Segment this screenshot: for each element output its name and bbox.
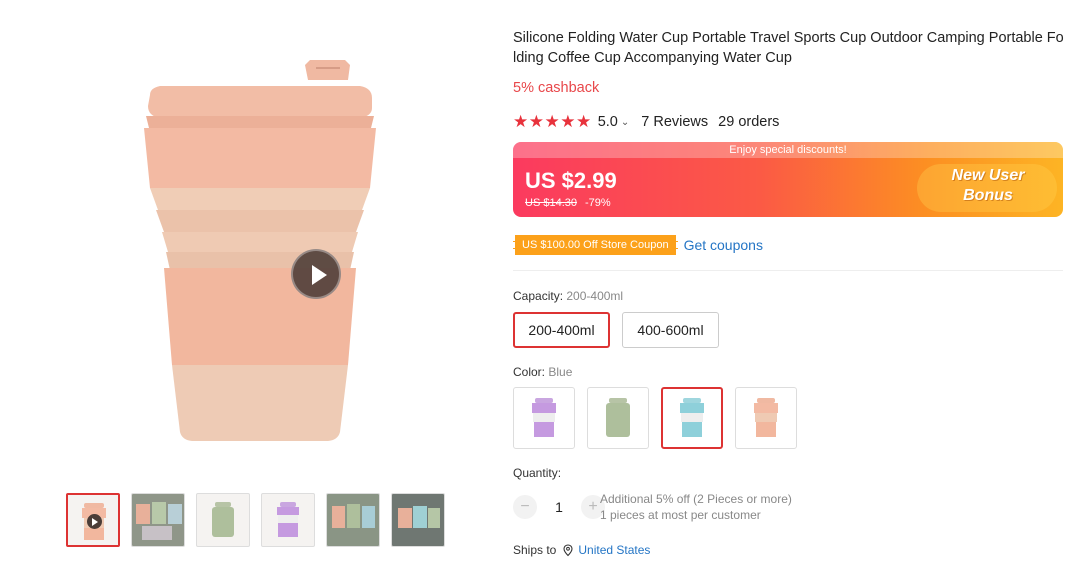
rating-stars-icon: ★★★★★ bbox=[513, 112, 592, 131]
quantity-label: Quantity: bbox=[513, 466, 562, 480]
quantity-decrease-button[interactable]: − bbox=[513, 495, 537, 519]
thumbnail-green-cup bbox=[212, 502, 234, 537]
thumbnail-2[interactable] bbox=[131, 493, 185, 547]
ships-to-location-link[interactable]: United States bbox=[578, 543, 650, 557]
thumbnail-4[interactable] bbox=[261, 493, 315, 547]
color-swatch-blue[interactable] bbox=[661, 387, 723, 449]
quantity-stepper: − 1 + bbox=[513, 495, 605, 519]
color-label-text: Color: bbox=[513, 365, 546, 379]
color-selected-value: Blue bbox=[548, 365, 573, 379]
cashback-label: 5% cashback bbox=[513, 80, 600, 96]
color-swatch-purple[interactable] bbox=[513, 387, 575, 449]
main-product-image[interactable] bbox=[60, 20, 460, 475]
ships-to-label: Ships to bbox=[513, 543, 557, 557]
store-coupon-badge: US $100.00 Off Store Coupon bbox=[513, 235, 678, 255]
original-price-row: US $14.30 -79% bbox=[525, 197, 611, 209]
reviews-link[interactable]: 7 Reviews bbox=[641, 114, 708, 130]
rating-score[interactable]: 5.0 bbox=[598, 114, 618, 130]
bonus-line-1: New User bbox=[951, 167, 1025, 184]
color-swatch-green[interactable] bbox=[587, 387, 649, 449]
capacity-selected-value: 200-400ml bbox=[566, 289, 624, 303]
cup-illustration bbox=[144, 60, 376, 441]
chevron-down-icon[interactable]: ⌄ bbox=[621, 117, 629, 128]
bonus-line-2: Bonus bbox=[963, 187, 1013, 204]
thumbnail-cups-image bbox=[392, 494, 444, 546]
thumbnail-3[interactable] bbox=[196, 493, 250, 547]
capacity-option-400-600[interactable]: 400-600ml bbox=[622, 312, 719, 348]
thumbnail-cups-image bbox=[132, 494, 184, 546]
orders-count: 29 orders bbox=[718, 114, 780, 130]
thumbnail-5[interactable] bbox=[326, 493, 380, 547]
get-coupons-link[interactable]: Get coupons bbox=[684, 237, 763, 253]
quantity-input[interactable]: 1 bbox=[537, 499, 581, 515]
thumbnail-video[interactable] bbox=[66, 493, 120, 547]
quantity-info: Additional 5% off (2 Pieces or more) 1 p… bbox=[600, 491, 792, 523]
price-banner: Enjoy special discounts! US $2.99 US $14… bbox=[513, 142, 1063, 217]
play-video-button[interactable] bbox=[291, 249, 341, 299]
green-cup-image bbox=[606, 398, 630, 437]
original-price: US $14.30 bbox=[525, 197, 577, 209]
product-page: Silicone Folding Water Cup Portable Trav… bbox=[0, 0, 1086, 567]
rating-row: ★★★★★ 5.0 ⌄ 7 Reviews 29 orders bbox=[513, 112, 780, 131]
capacity-label: Capacity: 200-400ml bbox=[513, 289, 623, 303]
quantity-discount-text: Additional 5% off (2 Pieces or more) bbox=[600, 492, 792, 506]
thumbnail-play-icon bbox=[87, 514, 102, 529]
capacity-option-200-400[interactable]: 200-400ml bbox=[513, 312, 610, 348]
thumbnail-purple-cup bbox=[277, 502, 299, 537]
banner-discount-text: Enjoy special discounts! bbox=[513, 142, 1063, 158]
thumbnail-6[interactable] bbox=[391, 493, 445, 547]
capacity-label-text: Capacity: bbox=[513, 289, 564, 303]
product-title: Silicone Folding Water Cup Portable Trav… bbox=[513, 30, 1064, 66]
divider bbox=[513, 270, 1063, 271]
current-price: US $2.99 bbox=[525, 168, 617, 193]
thumbnail-cups-image bbox=[327, 494, 379, 546]
new-user-bonus-badge[interactable]: New User Bonus bbox=[933, 166, 1043, 206]
discount-percent: -79% bbox=[584, 197, 611, 209]
pink-cup-image bbox=[754, 398, 778, 437]
quantity-limit-text: 1 pieces at most per customer bbox=[600, 508, 761, 522]
purple-cup-image bbox=[532, 398, 556, 437]
ships-to-row: Ships to United States bbox=[513, 543, 650, 557]
blue-cup-image bbox=[680, 398, 704, 437]
color-swatch-pink[interactable] bbox=[735, 387, 797, 449]
color-label: Color: Blue bbox=[513, 365, 572, 379]
location-pin-icon bbox=[563, 543, 573, 556]
coupon-row: US $100.00 Off Store Coupon Get coupons bbox=[513, 235, 763, 255]
